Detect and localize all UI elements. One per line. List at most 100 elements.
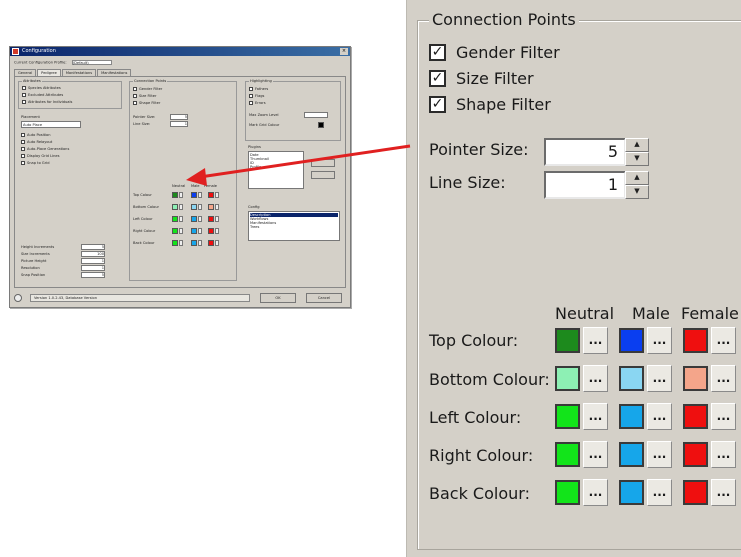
opt-auto-relayout[interactable]: Auto Relayout <box>21 140 52 145</box>
colour-swatch[interactable] <box>555 442 580 467</box>
check-icon[interactable]: ✓ <box>429 69 446 87</box>
browse-colour-button-mini[interactable] <box>198 240 202 246</box>
profile-select[interactable]: (Default) <box>71 60 112 65</box>
colour-swatch[interactable] <box>683 366 708 391</box>
checkbox[interactable] <box>133 94 137 98</box>
pointer-size-input-mini[interactable]: 5 <box>170 114 188 120</box>
gender-filter-checkbox[interactable]: ✓ Gender Filter <box>429 41 560 63</box>
colour-swatch[interactable] <box>683 442 708 467</box>
checkbox[interactable] <box>133 101 137 105</box>
browse-colour-button-mini[interactable] <box>215 216 219 222</box>
browse-colour-button[interactable]: ... <box>711 403 736 430</box>
colour-swatch[interactable] <box>555 404 580 429</box>
opt-grid-lines[interactable]: Display Grid Lines <box>21 154 59 159</box>
colour-swatch-mini[interactable] <box>191 192 197 198</box>
checkbox[interactable] <box>22 100 26 104</box>
browse-colour-button[interactable]: ... <box>647 403 672 430</box>
opt-auto-position[interactable]: Auto Position <box>21 133 50 138</box>
checkbox[interactable] <box>249 94 253 98</box>
spin-up-icon[interactable]: ▲ <box>625 171 649 185</box>
number-field[interactable]: 1 <box>81 265 105 271</box>
browse-colour-button[interactable]: ... <box>647 365 672 392</box>
browse-colour-button[interactable]: ... <box>583 441 608 468</box>
browse-colour-button-mini[interactable] <box>198 192 202 198</box>
ok-button[interactable]: OK <box>260 293 296 303</box>
attr-species[interactable]: Species Attributes <box>22 86 61 91</box>
colour-swatch-mini[interactable] <box>191 216 197 222</box>
tab-manifestations[interactable]: Manifestations <box>61 69 97 76</box>
browse-colour-button[interactable]: ... <box>647 441 672 468</box>
colour-swatch-mini[interactable] <box>172 228 178 234</box>
tab-general[interactable]: General <box>14 69 37 76</box>
browse-colour-button-mini[interactable] <box>179 216 183 222</box>
line-size-input[interactable]: 1 <box>544 171 626 199</box>
colour-swatch[interactable] <box>683 328 708 353</box>
colour-swatch[interactable] <box>555 328 580 353</box>
list-item[interactable]: Profile <box>250 165 302 169</box>
browse-colour-button[interactable]: ... <box>647 479 672 506</box>
browse-colour-button-mini[interactable] <box>179 228 183 234</box>
colour-swatch-mini[interactable] <box>172 216 178 222</box>
pointer-size-input[interactable]: 5 <box>544 138 626 166</box>
colour-swatch[interactable] <box>619 404 644 429</box>
checkbox[interactable] <box>21 147 25 151</box>
list-item[interactable]: Trees <box>250 225 338 229</box>
line-size-input-mini[interactable]: 1 <box>170 121 188 127</box>
highlight-errors[interactable]: Errors <box>249 101 266 106</box>
colour-swatch[interactable] <box>683 480 708 505</box>
plugin-button[interactable] <box>311 159 335 167</box>
config-list[interactable]: Description Workflows Manifestations Tre… <box>248 211 340 241</box>
attr-individuals[interactable]: Attributes for Individuals <box>22 100 72 105</box>
colour-swatch-mini[interactable] <box>172 192 178 198</box>
opt-auto-place[interactable]: Auto-Place Generations <box>21 147 69 152</box>
browse-colour-button-mini[interactable] <box>215 204 219 210</box>
browse-colour-button-mini[interactable] <box>179 240 183 246</box>
pointer-size-spinner[interactable]: ▲ ▼ <box>625 138 649 166</box>
size-filter-mini[interactable]: Size Filter <box>133 94 156 99</box>
colour-swatch[interactable] <box>619 442 644 467</box>
checkbox[interactable] <box>133 87 137 91</box>
checkbox[interactable] <box>249 101 253 105</box>
checkbox[interactable] <box>21 161 25 165</box>
browse-colour-button[interactable]: ... <box>711 441 736 468</box>
check-icon[interactable]: ✓ <box>429 95 446 113</box>
cancel-button[interactable]: Cancel <box>306 293 342 303</box>
spin-up-icon[interactable]: ▲ <box>625 138 649 152</box>
max-zoom-input[interactable] <box>304 112 328 118</box>
colour-swatch-mini[interactable] <box>191 240 197 246</box>
number-field[interactable]: 100 <box>81 251 105 257</box>
highlight-fathers[interactable]: Fathers <box>249 87 268 92</box>
colour-swatch[interactable] <box>619 366 644 391</box>
close-icon[interactable]: × <box>340 48 348 55</box>
browse-colour-button[interactable]: ... <box>711 327 736 354</box>
colour-swatch-mini[interactable] <box>208 228 214 234</box>
gender-filter-mini[interactable]: Gender Filter <box>133 87 162 92</box>
colour-swatch-mini[interactable] <box>172 204 178 210</box>
checkbox[interactable] <box>21 154 25 158</box>
colour-swatch[interactable] <box>555 480 580 505</box>
colour-swatch-mini[interactable] <box>208 216 214 222</box>
number-field[interactable]: 5 <box>81 244 105 250</box>
check-icon[interactable]: ✓ <box>429 43 446 61</box>
browse-colour-button-mini[interactable] <box>215 240 219 246</box>
opt-snap[interactable]: Snap to Grid <box>21 161 49 166</box>
browse-colour-button-mini[interactable] <box>215 192 219 198</box>
browse-colour-button[interactable]: ... <box>583 327 608 354</box>
grid-colour-swatch[interactable] <box>318 122 324 128</box>
browse-colour-button[interactable]: ... <box>583 479 608 506</box>
colour-swatch-mini[interactable] <box>208 192 214 198</box>
number-field[interactable]: 1 <box>81 258 105 264</box>
attr-excluded[interactable]: Excluded Attributes <box>22 93 63 98</box>
placement-select[interactable]: Auto Place <box>21 121 81 128</box>
checkbox[interactable] <box>249 87 253 91</box>
plugin-button-2[interactable] <box>311 171 335 179</box>
browse-colour-button-mini[interactable] <box>179 204 183 210</box>
checkbox[interactable] <box>21 140 25 144</box>
browse-colour-button[interactable]: ... <box>711 479 736 506</box>
plugins-list[interactable]: Date Thumbnail ID Profile <box>248 151 304 189</box>
colour-swatch-mini[interactable] <box>208 240 214 246</box>
colour-swatch[interactable] <box>683 404 708 429</box>
browse-colour-button-mini[interactable] <box>198 228 202 234</box>
colour-swatch-mini[interactable] <box>172 240 178 246</box>
browse-colour-button[interactable]: ... <box>647 327 672 354</box>
